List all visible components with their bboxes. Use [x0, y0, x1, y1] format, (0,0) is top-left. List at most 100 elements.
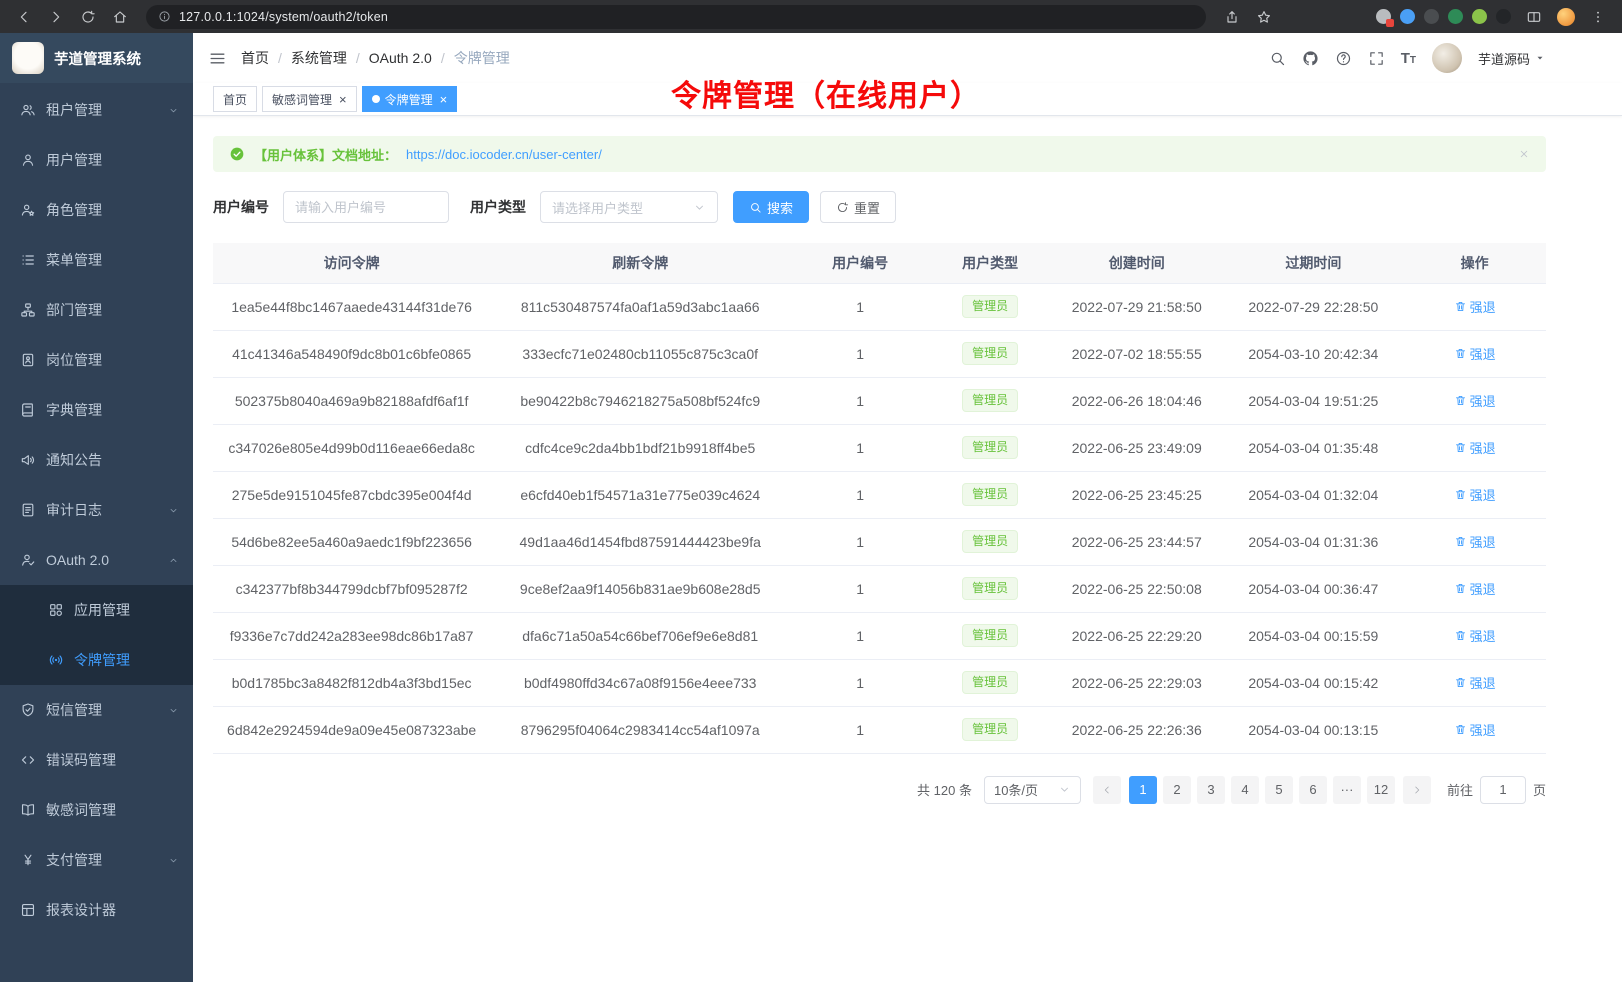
table-column-header: 访问令牌	[213, 243, 490, 283]
help-icon[interactable]	[1335, 50, 1352, 67]
breadcrumb-item[interactable]: OAuth 2.0	[369, 50, 432, 66]
user-menu[interactable]: 芋道源码	[1478, 49, 1546, 68]
sidebar-subitem[interactable]: 应用管理	[0, 585, 193, 635]
page-number-button[interactable]: 12	[1367, 776, 1395, 804]
tab-close-icon[interactable]: ×	[339, 93, 347, 106]
force-logout-button[interactable]: 强退	[1454, 485, 1496, 504]
reset-button[interactable]: 重置	[820, 191, 896, 223]
force-logout-button[interactable]: 强退	[1454, 626, 1496, 645]
breadcrumb-item[interactable]: 令牌管理	[454, 48, 510, 68]
user-type-select[interactable]: 请选择用户类型	[540, 191, 718, 223]
sidebar-item[interactable]: 支付管理	[0, 835, 193, 885]
github-icon[interactable]	[1302, 50, 1319, 67]
force-logout-button[interactable]: 强退	[1454, 297, 1496, 316]
alert-close-icon[interactable]	[1518, 148, 1530, 160]
hamburger-icon[interactable]	[208, 49, 227, 68]
sidebar-item[interactable]: 角色管理	[0, 185, 193, 235]
access-token-cell: b0d1785bc3a8482f812db4a3f3bd15ec	[213, 659, 490, 706]
breadcrumb-item[interactable]: 系统管理	[291, 48, 347, 68]
extension-icon[interactable]	[1400, 9, 1415, 24]
filter-bar: 用户编号 用户类型 请选择用户类型 搜索 重置	[213, 191, 1546, 223]
refresh-token-cell: 8796295f04064c2983414cc54af1097a	[490, 706, 790, 753]
expire-time-cell: 2054-03-04 00:15:59	[1223, 612, 1403, 659]
tab-close-icon[interactable]: ×	[440, 93, 448, 106]
page-number-button[interactable]: 4	[1231, 776, 1259, 804]
breadcrumb-item[interactable]: 首页	[241, 48, 269, 68]
extension-icon[interactable]	[1496, 9, 1511, 24]
home-icon[interactable]	[106, 9, 134, 25]
fullscreen-icon[interactable]	[1368, 50, 1385, 67]
sidebar-item[interactable]: 用户管理	[0, 135, 193, 185]
force-logout-button[interactable]: 强退	[1454, 673, 1496, 692]
sidebar-item-label: 通知公告	[46, 450, 102, 470]
browser-profile-avatar[interactable]	[1557, 8, 1575, 26]
address-bar[interactable]: 127.0.0.1:1024/system/oauth2/token	[146, 5, 1206, 29]
extension-icon[interactable]	[1448, 9, 1463, 24]
user-id-input[interactable]	[283, 191, 449, 223]
force-logout-button[interactable]: 强退	[1454, 438, 1496, 457]
doc-link[interactable]: https://doc.iocoder.cn/user-center/	[406, 147, 602, 162]
site-info-icon[interactable]	[158, 10, 171, 23]
font-size-icon[interactable]: TT	[1401, 51, 1416, 66]
extension-icon[interactable]	[1424, 9, 1439, 24]
next-page-button[interactable]	[1403, 776, 1431, 804]
sidebar-item[interactable]: 短信管理	[0, 685, 193, 735]
force-logout-button[interactable]: 强退	[1454, 579, 1496, 598]
chev-down-icon	[168, 505, 179, 516]
page-tab[interactable]: 令牌管理×	[362, 86, 458, 112]
page-number-button[interactable]: 5	[1265, 776, 1293, 804]
sidebar-item[interactable]: 岗位管理	[0, 335, 193, 385]
back-icon[interactable]	[10, 9, 38, 25]
user-avatar[interactable]	[1432, 43, 1462, 73]
sidebar-item[interactable]: 菜单管理	[0, 235, 193, 285]
page-tab[interactable]: 敏感词管理×	[262, 86, 357, 112]
user-type-label: 用户类型	[470, 197, 526, 217]
sidebar-item[interactable]: OAuth 2.0	[0, 535, 193, 585]
sidebar-item[interactable]: 敏感词管理	[0, 785, 193, 835]
trash-icon	[1454, 629, 1467, 642]
force-logout-button[interactable]: 强退	[1454, 391, 1496, 410]
sidebar-item-label: 角色管理	[46, 200, 102, 220]
sidebar-item[interactable]: 审计日志	[0, 485, 193, 535]
sidebar-item[interactable]: 字典管理	[0, 385, 193, 435]
split-view-icon[interactable]	[1520, 9, 1548, 25]
success-check-icon	[229, 146, 245, 162]
sidebar-item[interactable]: 报表设计器	[0, 885, 193, 935]
sidebar-item[interactable]: 通知公告	[0, 435, 193, 485]
refresh-token-cell: be90422b8c7946218275a508bf524fc9	[490, 377, 790, 424]
bookmark-star-icon[interactable]	[1250, 9, 1278, 25]
access-token-cell: 1ea5e44f8bc1467aaede43144f31de76	[213, 283, 490, 330]
forward-icon[interactable]	[42, 9, 70, 25]
sidebar-item[interactable]: 部门管理	[0, 285, 193, 335]
page-number-button[interactable]: 3	[1197, 776, 1225, 804]
prev-page-button[interactable]	[1093, 776, 1121, 804]
doc-alert: 【用户体系】文档地址： https://doc.iocoder.cn/user-…	[213, 136, 1546, 172]
page-number-button[interactable]: 6	[1299, 776, 1327, 804]
page-tab[interactable]: 首页	[213, 86, 257, 112]
search-icon[interactable]	[1269, 50, 1286, 67]
announcement-icon	[20, 452, 36, 468]
share-icon[interactable]	[1218, 9, 1246, 25]
page-size-select[interactable]: 10条/页	[984, 776, 1081, 804]
sidebar-item-label: 短信管理	[46, 700, 102, 720]
sidebar-item[interactable]: 租户管理	[0, 85, 193, 135]
user-id-cell: 1	[790, 283, 930, 330]
layout-icon	[20, 902, 36, 918]
reload-icon[interactable]	[74, 9, 102, 25]
sidebar-item[interactable]: 错误码管理	[0, 735, 193, 785]
user-id-cell: 1	[790, 377, 930, 424]
page-number-button[interactable]: 2	[1163, 776, 1191, 804]
sidebar-subitem[interactable]: 令牌管理	[0, 635, 193, 685]
force-logout-button[interactable]: 强退	[1454, 344, 1496, 363]
refresh-token-cell: b0df4980ffd34c67a08f9156e4eee733	[490, 659, 790, 706]
force-logout-button[interactable]: 强退	[1454, 720, 1496, 739]
extension-icon[interactable]	[1472, 9, 1487, 24]
page-ellipsis-button[interactable]: ···	[1333, 776, 1361, 804]
search-button[interactable]: 搜索	[733, 191, 809, 223]
table-row: c342377bf8b344799dcbf7bf095287f29ce8ef2a…	[213, 565, 1546, 612]
force-logout-button[interactable]: 强退	[1454, 532, 1496, 551]
browser-menu-icon[interactable]	[1584, 9, 1612, 25]
goto-page-input[interactable]	[1480, 776, 1526, 804]
page-number-button[interactable]: 1	[1129, 776, 1157, 804]
extension-icon[interactable]	[1376, 9, 1391, 24]
